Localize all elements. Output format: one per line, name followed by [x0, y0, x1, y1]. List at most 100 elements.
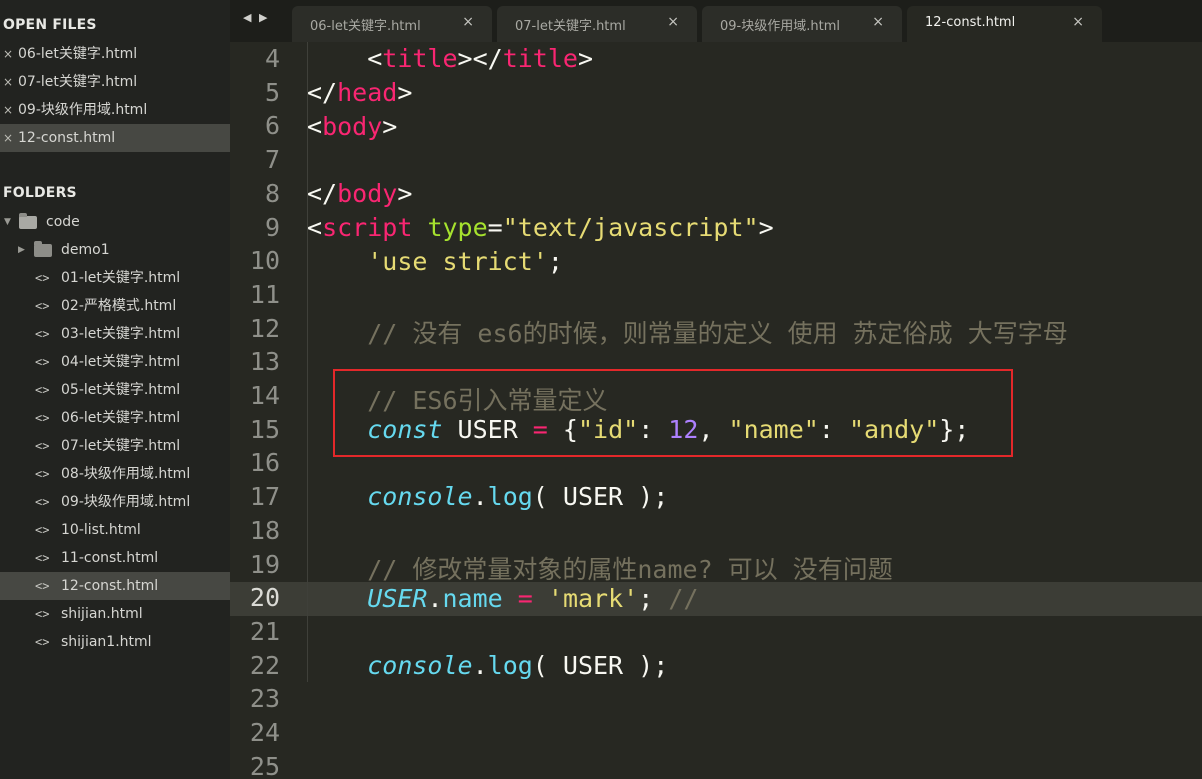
tab-bar: ◀ ▶ 06-let关键字.html × 07-let关键字.html × 09… [230, 0, 1202, 42]
file-label: 12-const.html [61, 578, 159, 594]
tab-07-let[interactable]: 07-let关键字.html × [497, 6, 697, 42]
file-item[interactable]: <> 03-let关键字.html [0, 320, 230, 348]
line-number: 6 [264, 111, 280, 141]
line-number: 22 [249, 650, 280, 680]
line-number: 10 [249, 246, 280, 276]
html-file-icon: <> [35, 439, 50, 453]
file-item[interactable]: <> shijian1.html [0, 628, 230, 656]
code-line[interactable]: 'use strict'; [307, 247, 563, 276]
open-file-label: 07-let关键字.html [18, 74, 138, 90]
annotation-highlight-box [333, 369, 1013, 457]
code-line[interactable]: console.log( USER ); [307, 482, 668, 511]
code-line-active[interactable]: USER.name = 'mark'; // [307, 584, 698, 613]
file-label: shijian1.html [61, 634, 152, 650]
html-file-icon: <> [35, 495, 50, 509]
file-item[interactable]: <> 09-块级作用域.html [0, 488, 230, 516]
sidebar: OPEN FILES × 06-let关键字.html × 07-let关键字.… [0, 0, 230, 779]
close-icon[interactable]: × [3, 124, 13, 152]
file-item[interactable]: <> 05-let关键字.html [0, 376, 230, 404]
file-item[interactable]: <> 07-let关键字.html [0, 432, 230, 460]
code-line[interactable]: console.log( USER ); [307, 651, 668, 680]
close-icon[interactable]: × [872, 14, 884, 30]
tab-label: 06-let关键字.html [310, 19, 421, 34]
file-label: shijian.html [61, 606, 143, 622]
close-icon[interactable]: × [667, 14, 679, 30]
code-line[interactable]: <title></title> [307, 44, 593, 73]
tab-06-let[interactable]: 06-let关键字.html × [292, 6, 492, 42]
open-file-label: 12-const.html [18, 130, 116, 146]
file-label: 01-let关键字.html [61, 270, 181, 286]
close-icon[interactable]: × [1072, 14, 1084, 30]
close-icon[interactable]: × [3, 40, 13, 68]
code-editor[interactable]: 4 5 6 7 8 9 10 11 12 13 14 15 16 17 18 19 20 21 22 23 24 25 <… [230, 42, 1202, 779]
open-file-item[interactable]: × 07-let关键字.html [0, 68, 230, 96]
line-number: 20 [249, 583, 280, 613]
folder-open-icon [19, 213, 37, 229]
file-item[interactable]: <> 04-let关键字.html [0, 348, 230, 376]
html-file-icon: <> [35, 523, 50, 537]
open-file-label: 06-let关键字.html [18, 46, 138, 62]
prev-tab-icon[interactable]: ◀ [243, 11, 251, 24]
folder-code[interactable]: ▼ code [0, 208, 230, 236]
file-item[interactable]: <> 10-list.html [0, 516, 230, 544]
expand-arrow-icon[interactable]: ▼ [4, 208, 11, 236]
file-item[interactable]: <> 02-严格模式.html [0, 292, 230, 320]
line-number: 21 [249, 616, 280, 646]
file-label: 04-let关键字.html [61, 354, 181, 370]
line-number: 25 [249, 751, 280, 779]
html-file-icon: <> [35, 383, 50, 397]
file-item[interactable]: <> 06-let关键字.html [0, 404, 230, 432]
folder-demo1[interactable]: ▶ demo1 [0, 236, 230, 264]
line-number: 16 [249, 448, 280, 478]
line-number: 23 [249, 684, 280, 714]
code-line[interactable]: <body> [307, 112, 397, 141]
line-number: 17 [249, 482, 280, 512]
line-number: 5 [264, 77, 280, 107]
file-item[interactable]: <> 01-let关键字.html [0, 264, 230, 292]
line-number: 9 [264, 212, 280, 242]
html-file-icon: <> [35, 327, 50, 341]
folder-label: demo1 [61, 242, 110, 258]
line-number: 11 [249, 279, 280, 309]
file-label: 06-let关键字.html [61, 410, 181, 426]
file-item[interactable]: <> 11-const.html [0, 544, 230, 572]
next-tab-icon[interactable]: ▶ [259, 11, 267, 24]
file-label: 07-let关键字.html [61, 438, 181, 454]
html-file-icon: <> [35, 579, 50, 593]
close-icon[interactable]: × [3, 96, 13, 124]
tab-label: 12-const.html [925, 15, 1016, 30]
code-line[interactable]: </head> [307, 78, 412, 107]
file-label: 02-严格模式.html [61, 298, 177, 314]
html-file-icon: <> [35, 271, 50, 285]
file-label: 08-块级作用域.html [61, 466, 191, 482]
tab-label: 09-块级作用域.html [720, 19, 840, 34]
open-file-label: 09-块级作用域.html [18, 102, 148, 118]
open-file-item[interactable]: × 06-let关键字.html [0, 40, 230, 68]
tab-12-const[interactable]: 12-const.html × [907, 6, 1102, 42]
line-number: 13 [249, 347, 280, 377]
code-line[interactable]: </body> [307, 179, 412, 208]
tab-label: 07-let关键字.html [515, 19, 626, 34]
file-item[interactable]: <> 12-const.html [0, 572, 230, 600]
code-comment-line[interactable]: // 修改常量对象的属性name? 可以 没有问题 [307, 550, 893, 586]
html-file-icon: <> [35, 355, 50, 369]
open-file-item[interactable]: × 09-块级作用域.html [0, 96, 230, 124]
html-file-icon: <> [35, 635, 50, 649]
close-icon[interactable]: × [3, 68, 13, 96]
open-file-item-active[interactable]: × 12-const.html [0, 124, 230, 152]
file-label: 11-const.html [61, 550, 159, 566]
line-number: 15 [249, 414, 280, 444]
file-item[interactable]: <> shijian.html [0, 600, 230, 628]
file-item[interactable]: <> 08-块级作用域.html [0, 460, 230, 488]
code-comment-line[interactable]: // 没有 es6的时候，则常量的定义 使用 苏定俗成 大写字母 [307, 314, 1068, 350]
close-icon[interactable]: × [462, 14, 474, 30]
collapse-arrow-icon[interactable]: ▶ [18, 236, 25, 264]
open-files-heading: OPEN FILES [3, 17, 97, 33]
line-number: 8 [264, 178, 280, 208]
line-number: 19 [249, 549, 280, 579]
tab-09-block-scope[interactable]: 09-块级作用域.html × [702, 6, 902, 42]
file-label: 03-let关键字.html [61, 326, 181, 342]
code-line[interactable]: <script type="text/javascript"> [307, 213, 774, 242]
line-number: 12 [249, 313, 280, 343]
folder-label: code [46, 214, 80, 230]
